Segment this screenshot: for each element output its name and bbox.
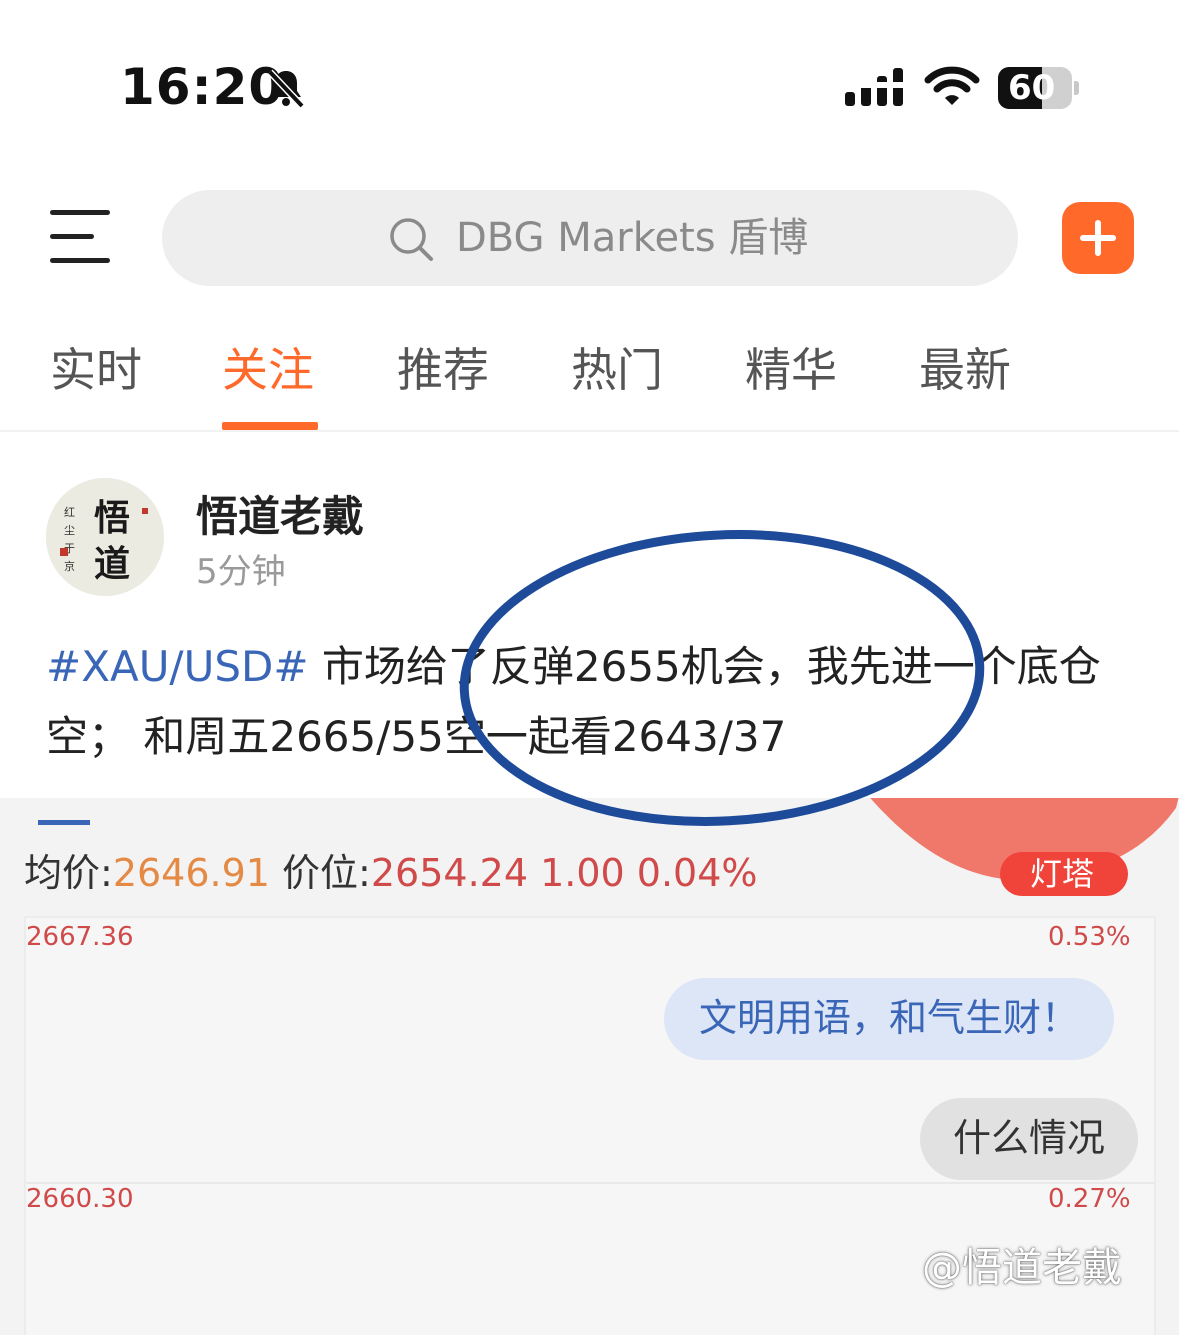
tab-featured[interactable]: 精华 [745,340,837,400]
search-placeholder: DBG Markets 盾博 [456,215,809,261]
status-time: 16:20 [120,58,285,116]
avg-value: 2646.91 [112,851,270,895]
status-bar: 16:20 60 [0,0,1179,150]
svg-text:悟: 悟 [94,497,130,539]
watermark: @悟道老戴 [922,1245,1122,1291]
post-body: #XAU/USD# 市场给了反弹2655机会，我先进一个底仓空； 和周五2665… [46,632,1136,772]
chat-bubble-civil: 文明用语，和气生财！ [664,978,1114,1060]
battery-icon: 60 [998,67,1080,109]
price-value: 2654.24 1.00 0.04% [370,851,758,895]
tab-following[interactable]: 关注 [222,340,314,400]
active-tab-indicator [222,422,318,430]
top-bar: DBG Markets 盾博 [0,180,1179,290]
price-label: 价位: [282,851,371,895]
add-post-button[interactable] [1062,202,1134,274]
lighthouse-badge[interactable]: 灯塔 [1000,852,1128,896]
search-icon [390,218,433,261]
tick-right-mid: 0.27% [1048,1184,1131,1214]
post-hashtag[interactable]: #XAU/USD# [46,642,309,691]
tab-latest[interactable]: 最新 [919,340,1011,400]
price-row: 均价:2646.91 价位:2654.24 1.00 0.04% [24,850,757,896]
avatar[interactable]: 悟 道 红 尘 于 京 [46,478,164,596]
menu-icon[interactable] [50,208,112,264]
tick-right-top: 0.53% [1048,922,1131,952]
chat-bubble-question: 什么情况 [920,1098,1138,1180]
signal-icon [845,68,903,106]
svg-text:道: 道 [94,543,130,585]
post-time: 5分钟 [196,552,286,592]
author-name[interactable]: 悟道老戴 [196,490,364,544]
battery-level: 60 [1008,68,1056,108]
embed-tab-indicator [38,820,90,825]
search-input[interactable]: DBG Markets 盾博 [162,190,1018,286]
tab-realtime[interactable]: 实时 [50,340,142,400]
tick-left-mid: 2660.30 [26,1184,134,1214]
calligraphy-avatar-image: 悟 道 红 尘 于 京 [46,478,164,596]
tab-recommended[interactable]: 推荐 [397,340,489,400]
grid-line [26,1182,1154,1184]
avg-label: 均价: [24,851,113,895]
tick-left-top: 2667.36 [26,922,134,952]
feed-tabs: 实时 关注 推荐 热门 精华 最新 [0,330,1179,432]
post-header: 悟 道 红 尘 于 京 悟道老戴 5分钟 [0,470,1179,610]
svg-text:尘: 尘 [64,524,75,537]
svg-text:京: 京 [64,559,75,573]
svg-text:红: 红 [64,506,75,519]
bell-muted-icon [267,69,305,109]
wifi-icon [924,66,980,105]
tab-hot[interactable]: 热门 [571,340,663,400]
